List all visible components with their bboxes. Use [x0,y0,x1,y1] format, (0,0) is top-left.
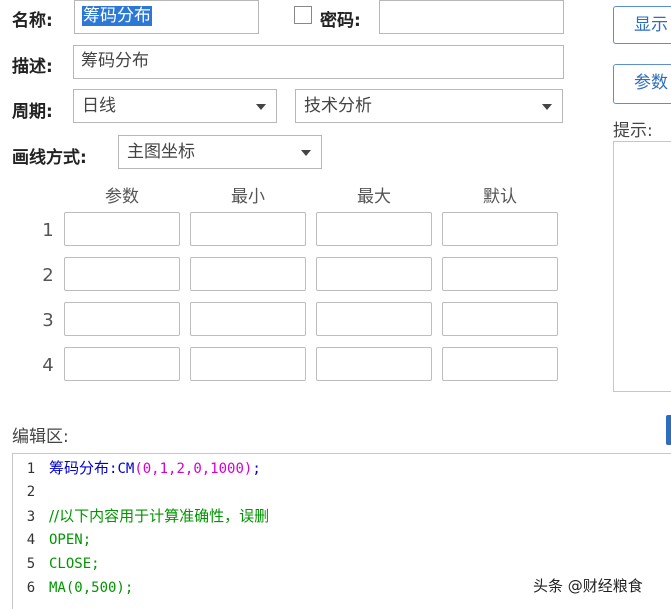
param-row-number: 1 [42,220,54,241]
code-end: ; [124,580,134,596]
category-select[interactable]: 技术分析 [295,89,563,123]
line-number: 4 [26,532,36,548]
description-label: 描述: [12,57,53,77]
draw-mode-select[interactable]: 主图坐标 [118,135,322,169]
password-input[interactable] [379,0,564,34]
period-select[interactable]: 日线 [73,89,277,123]
line-number: 6 [26,580,36,596]
code-line: 1 筹码分布:CM(0,1,2,0,1000); [13,456,671,480]
param-1-name-input[interactable] [64,212,180,246]
param-button[interactable]: 参数 [613,64,671,104]
password-label: 密码: [320,11,361,31]
name-input[interactable]: 筹码分布 [74,0,259,34]
param-3-name-input[interactable] [64,302,180,336]
code-comment: //以下内容用于计算准确性，误删 [49,507,270,525]
param-3-max-input[interactable] [316,302,432,336]
param-row-number: 3 [42,310,54,331]
draw-mode-label: 画线方式: [12,148,87,168]
show-button[interactable]: 显示 [613,6,671,44]
param-4-min-input[interactable] [190,347,306,381]
param-2-max-input[interactable] [316,257,432,291]
param-3-min-input[interactable] [190,302,306,336]
param-1-min-input[interactable] [190,212,306,246]
editor-label: 编辑区: [12,427,69,447]
param-4-max-input[interactable] [316,347,432,381]
chevron-down-icon [256,104,266,110]
param-header-max: 最大 [357,187,391,207]
editor-side-button[interactable] [666,415,671,445]
param-header-default: 默认 [483,187,517,207]
param-header-name: 参数 [105,187,139,207]
param-2-default-input[interactable] [442,257,558,291]
param-2-name-input[interactable] [64,257,180,291]
hint-textarea[interactable] [613,141,671,392]
name-label: 名称: [12,11,53,31]
code-args: (0,1,2,0,1000) [134,461,253,477]
category-select-value: 技术分析 [304,96,372,116]
code-line: 5 CLOSE; [13,552,671,576]
code-line: 3 //以下内容用于计算准确性，误删 [13,504,671,528]
code-line: 2 [13,480,671,504]
period-select-value: 日线 [82,96,116,116]
param-3-default-input[interactable] [442,302,558,336]
name-input-selected-text: 筹码分布 [82,6,152,26]
line-number: 5 [26,556,36,572]
draw-mode-select-value: 主图坐标 [127,142,195,162]
watermark: 头条 @财经粮食 [533,577,643,595]
description-input[interactable]: 筹码分布 [73,45,564,79]
code-function: CM [117,461,135,477]
chevron-down-icon [542,104,552,110]
param-1-default-input[interactable] [442,212,558,246]
param-row-number: 4 [42,355,54,376]
param-1-max-input[interactable] [316,212,432,246]
password-checkbox[interactable] [294,6,312,24]
line-number: 2 [26,484,36,500]
code-end: ; [252,461,261,477]
param-4-default-input[interactable] [442,347,558,381]
param-row-number: 2 [42,265,54,286]
param-2-min-input[interactable] [190,257,306,291]
chevron-down-icon [301,150,311,156]
param-4-name-input[interactable] [64,347,180,381]
code-function: MA [49,580,66,596]
code-args: (0,500) [65,580,125,596]
line-number: 3 [26,509,36,525]
code-text: CLOSE; [49,556,100,572]
param-header-min: 最小 [231,187,265,207]
code-output-name: 筹码分布 [49,459,110,477]
code-line: 4 OPEN; [13,528,671,552]
hint-label: 提示: [613,121,653,141]
code-text: OPEN; [49,532,92,548]
line-number: 1 [26,461,36,477]
period-label: 周期: [12,102,53,122]
